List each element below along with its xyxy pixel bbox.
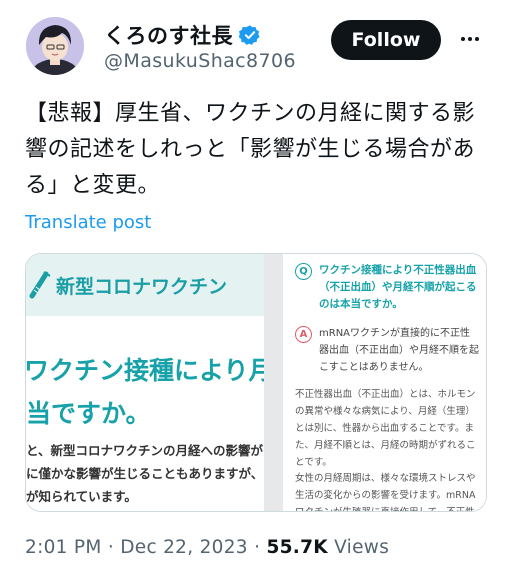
more-options-icon[interactable] <box>456 24 484 54</box>
media-faq-paragraph-2: 女性の月経周期は、様々な環境ストレスや生活の変化からの影響を受けます。mRNAワ… <box>295 473 476 511</box>
media-faq-paragraph-1: 不正性器出血（不正出血）とは、ホルモンの異常や様々な病気により、月経（生理）とは… <box>295 389 476 468</box>
media-right-panel: Q ワクチン接種により不正性器出血（不正出血）や月経不順が起こるのは本当ですか。… <box>283 254 486 511</box>
media-question-line1: ワクチン接種により月経 <box>26 356 264 385</box>
media-paragraph-line1: と、新型コロナワクチンの月経への影響が <box>26 443 264 458</box>
media-title: 新型コロナワクチン <box>56 276 228 298</box>
media-question-line2: 当ですか。 <box>26 399 151 428</box>
author-name[interactable]: くろのす社長 <box>104 20 233 50</box>
post-text: 【悲報】厚生省、ワクチンの月経に関する影響の記述をしれっと「影響が生じる場合があ… <box>25 101 476 198</box>
views-count: 55.7K <box>266 537 328 558</box>
question-badge-icon: Q <box>295 263 312 280</box>
verified-badge-icon <box>239 25 260 45</box>
post-meta: 2:01 PM · Dec 22, 2023 · 55.7K Views <box>25 537 389 558</box>
post-date[interactable]: Dec 22, 2023 <box>120 537 248 558</box>
media-faq-question: ワクチン接種により不正性器出血（不正出血）や月経不順が起こるのは本当ですか。 <box>319 264 477 310</box>
meta-separator: · <box>107 537 115 558</box>
answer-badge-icon: A <box>295 326 312 343</box>
meta-separator: · <box>254 537 261 558</box>
post-time[interactable]: 2:01 PM <box>25 537 102 558</box>
views-label: Views <box>334 537 390 558</box>
author-handle[interactable]: @MasukuShac8706 <box>104 50 296 72</box>
author-name-row: くろのす社長 <box>104 20 261 50</box>
syringe-icon <box>29 271 51 299</box>
media-paragraph-line2: に僅かな影響が生じることもありますが、 <box>26 466 264 481</box>
media-faq-answer: mRNAワクチンが直接的に不正性器出血（不正出血）や月経不順を起こすことはありま… <box>319 328 479 373</box>
avatar[interactable] <box>26 17 84 75</box>
follow-button[interactable]: Follow <box>331 20 441 60</box>
media-divider <box>264 254 283 511</box>
post-media-image[interactable]: 新型コロナワクチン ワクチン接種により月経 当ですか。 と、新型コロナワクチンの… <box>25 253 487 512</box>
media-left-panel: 新型コロナワクチン ワクチン接種により月経 当ですか。 と、新型コロナワクチンの… <box>26 254 264 511</box>
translate-post-link[interactable]: Translate post <box>25 212 151 233</box>
media-paragraph-line3: が知られています。 <box>26 489 137 504</box>
